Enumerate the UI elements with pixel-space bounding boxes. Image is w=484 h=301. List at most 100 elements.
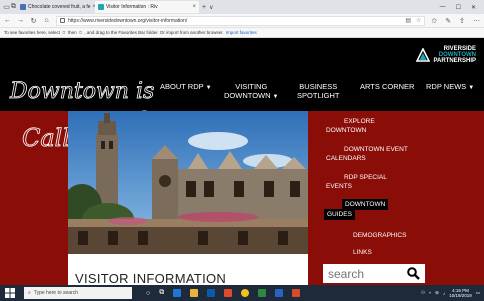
import-favorites-link[interactable]: Import favorites xyxy=(226,30,257,35)
rdp-triangle-icon xyxy=(416,48,431,62)
app-icon[interactable] xyxy=(258,289,267,297)
side-item-label: DEMOGRAPHICS xyxy=(353,232,407,239)
side-item-explore-downtown-2[interactable]: DOWNTOWN xyxy=(326,126,366,135)
side-item-label: CALENDARS xyxy=(326,155,366,162)
more-menu-icon[interactable]: ⋯ xyxy=(473,17,480,25)
clock[interactable]: 4:16 PM 10/19/2019 xyxy=(449,288,472,298)
lock-icon xyxy=(60,18,65,23)
tab-favicon-icon xyxy=(98,4,104,10)
maximize-icon[interactable]: ☐ xyxy=(456,4,461,11)
close-window-icon[interactable]: ✕ xyxy=(471,4,476,11)
show-hidden-icon[interactable]: ^ xyxy=(429,291,431,296)
back-icon[interactable]: ← xyxy=(4,17,11,24)
network-icon[interactable]: ⊜ xyxy=(435,290,439,296)
minimize-icon[interactable]: — xyxy=(440,4,446,11)
side-item-label: EXPLORE xyxy=(344,118,375,125)
store-icon[interactable] xyxy=(207,289,216,297)
favorites-bar: To see favorites here, select ✩ then ✩ ,… xyxy=(0,28,484,38)
favorites-star-icon: ✩ xyxy=(62,29,66,35)
nav-label: ABOUT RDP xyxy=(160,82,204,91)
side-item-label: RDP SPECIAL xyxy=(344,174,387,181)
nav-rdp-news[interactable]: RDP NEWS ▼ xyxy=(426,82,474,93)
search-input[interactable] xyxy=(328,266,400,281)
home-icon[interactable]: ⌂ xyxy=(43,17,50,24)
nav-label-2: DOWNTOWN xyxy=(224,91,271,100)
nav-visiting-downtown[interactable]: VISITING DOWNTOWN ▼ xyxy=(224,82,278,102)
clock-date: 10/19/2019 xyxy=(449,293,472,298)
nav-business-spotlight[interactable]: BUSINESS SPOTLIGHT xyxy=(297,82,340,100)
tab-close-icon[interactable]: × xyxy=(192,4,196,10)
webpage: Downtown is Calling RIVERSIDE DOWNTOWN P… xyxy=(0,38,484,285)
nav-label: RDP NEWS xyxy=(426,82,467,91)
side-item-downtown-guides-2[interactable]: GUIDES xyxy=(324,209,355,220)
nav-about-rdp[interactable]: ABOUT RDP ▼ xyxy=(160,82,212,93)
window-controls: — ☐ ✕ xyxy=(440,4,484,11)
favorite-star-icon[interactable]: ☆ xyxy=(416,17,421,24)
chevron-down-icon: ▼ xyxy=(272,94,279,100)
side-item-label: LINKS xyxy=(353,249,372,256)
side-item-explore-downtown[interactable]: EXPLORE xyxy=(344,117,375,126)
windows-start-icon[interactable] xyxy=(4,287,16,299)
people-icon[interactable]: ⚇ xyxy=(421,290,425,296)
taskbar-apps: ○ ⧉ xyxy=(146,289,301,297)
notes-icon[interactable]: ✎ xyxy=(445,17,451,25)
taskbar-search[interactable]: ⌕ Type here to search xyxy=(24,287,132,299)
tab-visitor-information[interactable]: Visitor Information : Riv × xyxy=(95,1,199,13)
side-item-label: GUIDES xyxy=(327,211,352,218)
tab-actions-icon[interactable]: ▭ xyxy=(3,3,10,11)
favorites-prompt: To see favorites here, select xyxy=(4,30,61,35)
side-item-label: DOWNTOWN EVENT xyxy=(344,146,408,153)
nav-arts-corner[interactable]: ARTS CORNER xyxy=(360,82,414,91)
chevron-down-icon: ▼ xyxy=(205,85,212,91)
side-item-links[interactable]: LINKS xyxy=(353,248,372,257)
chrome-icon[interactable] xyxy=(241,289,250,297)
tab-chocolate[interactable]: Chocolate covered fruit, a fe × xyxy=(17,1,95,13)
tab-preview-icon[interactable]: ⧉ xyxy=(10,3,17,11)
reading-view-icon[interactable]: ▤ xyxy=(405,17,411,24)
address-toolbar: ← → ↻ ⌂ https://www.riversidedowntown.or… xyxy=(0,14,484,28)
volume-icon[interactable]: ♪ xyxy=(443,291,445,296)
taskbar-search-placeholder: Type here to search xyxy=(33,290,79,296)
nav-label-2: SPOTLIGHT xyxy=(297,91,340,100)
rdp-logo[interactable]: RIVERSIDE DOWNTOWN PARTNERSHIP xyxy=(416,46,476,64)
refresh-icon[interactable]: ↻ xyxy=(30,17,37,25)
page-title: VISITOR INFORMATION xyxy=(75,271,227,285)
new-tab-button[interactable]: + xyxy=(199,4,209,11)
side-item-special-events-2[interactable]: EVENTS xyxy=(326,182,352,191)
side-item-event-calendars-2[interactable]: CALENDARS xyxy=(326,154,366,163)
favorites-folder-icon: ✩ xyxy=(78,29,83,35)
cortana-icon[interactable]: ○ xyxy=(146,290,150,297)
search-icon[interactable] xyxy=(407,267,420,280)
chevron-down-icon: ▼ xyxy=(468,85,475,91)
forward-icon[interactable]: → xyxy=(17,17,24,24)
nav-label: ARTS CORNER xyxy=(360,82,415,91)
side-item-label: EVENTS xyxy=(326,183,353,190)
tab-favicon-icon xyxy=(20,4,26,10)
main-navigation: ABOUT RDP ▼ VISITING DOWNTOWN ▼ BUSINESS S… xyxy=(148,82,484,106)
file-explorer-icon[interactable] xyxy=(190,289,199,297)
side-item-demographics[interactable]: DEMOGRAPHICS xyxy=(353,231,406,240)
edge-icon[interactable] xyxy=(173,289,182,297)
notifications-icon[interactable]: ▭ xyxy=(476,290,480,296)
favorites-hub-icon[interactable]: ✩ xyxy=(431,17,437,25)
side-item-event-calendars[interactable]: DOWNTOWN EVENT xyxy=(344,145,408,154)
side-item-label: DOWNTOWN xyxy=(326,127,367,134)
word-icon[interactable] xyxy=(275,289,284,297)
share-icon[interactable]: ⇪ xyxy=(459,17,465,25)
side-item-special-events[interactable]: RDP SPECIAL xyxy=(344,173,387,182)
address-bar[interactable]: https://www.riversidedowntown.org/visito… xyxy=(56,15,426,26)
address-url[interactable]: https://www.riversidedowntown.org/visito… xyxy=(68,18,187,24)
browser-tools: ✩ ✎ ⇪ ⋯ xyxy=(431,17,480,25)
site-search xyxy=(323,264,425,283)
search-icon: ⌕ xyxy=(28,290,31,296)
logo-line-1: Downtown is xyxy=(9,79,154,104)
content-card: VISITOR INFORMATION xyxy=(68,254,308,285)
office-icon[interactable] xyxy=(224,289,233,297)
task-view-icon[interactable]: ⧉ xyxy=(159,289,164,297)
taskbar: ⌕ Type here to search ○ ⧉ ⚇ ^ ⊜ ♪ 4:16 P… xyxy=(0,285,484,301)
tab-list-icon[interactable]: ∨ xyxy=(209,4,213,11)
rdp-logo-text: RIVERSIDE DOWNTOWN PARTNERSHIP xyxy=(433,46,476,64)
powerpoint-icon[interactable] xyxy=(292,289,301,297)
favorites-prompt-3: , and drag to the Favorites Bar folder. … xyxy=(84,30,224,35)
screen: ▭ ⧉ Chocolate covered fruit, a fe × Visi… xyxy=(0,0,484,301)
